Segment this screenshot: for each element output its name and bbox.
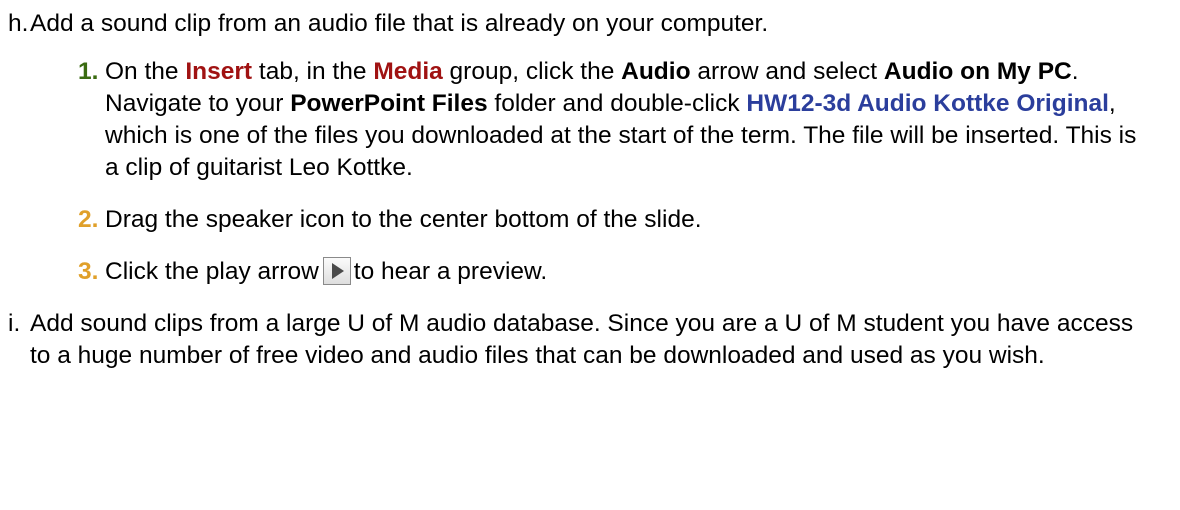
step-3: 3. Click the play arrow to hear a preview… — [8, 256, 1145, 288]
item-marker: i. — [8, 310, 21, 337]
step-2: 2. Drag the speaker icon to the center b… — [8, 204, 1145, 236]
step-text: group, click the — [442, 58, 622, 85]
step-number: 2. — [78, 206, 99, 233]
step-text: arrow and select — [690, 58, 884, 85]
folder-name: PowerPoint Files — [290, 90, 488, 117]
play-arrow-icon — [322, 257, 351, 285]
instruction-item-h: h. Add a sound clip from an audio file t… — [8, 8, 1160, 40]
item-text: Add a sound clip from an audio file that… — [30, 10, 769, 37]
instruction-item-i: i. Add sound clips from a large U of M a… — [8, 308, 1160, 372]
step-text: folder and double-click — [487, 90, 747, 117]
step-number: 1. — [78, 58, 99, 85]
item-marker: h. — [8, 10, 29, 37]
item-text: Add sound clips from a large U of M audi… — [30, 310, 1134, 369]
step-text: to hear a preview. — [353, 258, 548, 285]
insert-tab-reference: Insert — [185, 58, 253, 85]
step-text: On the — [105, 58, 186, 85]
step-text: tab, in the — [252, 58, 374, 85]
audio-command-reference: Audio — [621, 58, 691, 85]
media-group-reference: Media — [373, 58, 443, 85]
document-page: h. Add a sound clip from an audio file t… — [0, 0, 1180, 510]
step-text: Click the play arrow — [105, 258, 319, 285]
step-1: 1. On the Insert tab, in the Media group… — [8, 56, 1145, 184]
step-number: 3. — [78, 258, 99, 285]
audio-on-my-pc-reference: Audio on My PC — [883, 58, 1072, 85]
file-name: HW12-3d Audio Kottke Original — [746, 90, 1109, 117]
step-text: Drag the speaker icon to the center bott… — [105, 206, 702, 233]
